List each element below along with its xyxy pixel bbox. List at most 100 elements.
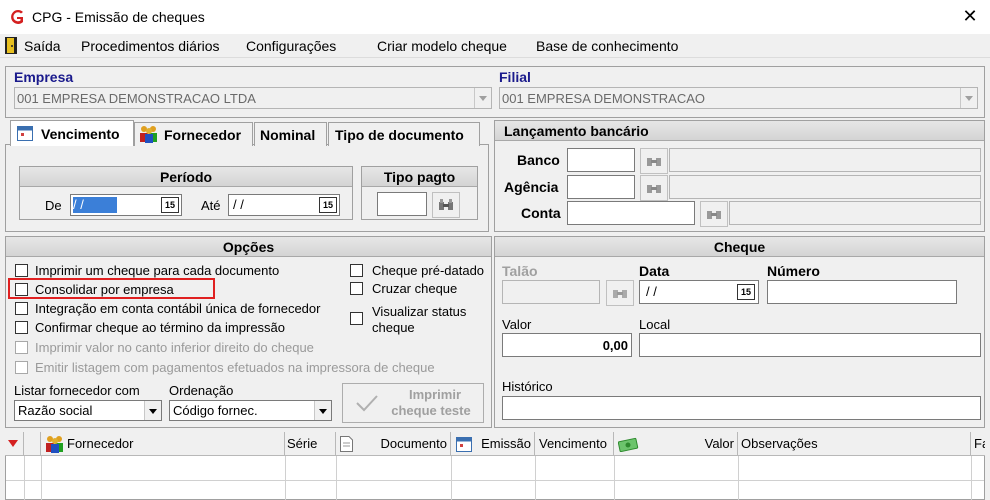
empresa-combo[interactable]: 001 EMPRESA DEMONSTRACAO LTDA [14,87,492,109]
calendar-icon [456,436,472,452]
ordenacao-combo[interactable]: Código fornec. [169,400,332,421]
tab-vencimento[interactable]: Vencimento [10,120,134,146]
grid-col-line [535,456,536,500]
numero-label: Número [767,263,820,279]
listar-fornecedor-dropdown-icon[interactable] [144,401,161,420]
opcoes-title: Opções [6,237,491,257]
ordenacao-value: Código fornec. [173,403,258,418]
empresa-dropdown-icon[interactable] [474,88,491,108]
menu-procedimentos-diarios[interactable]: Procedimentos diários [81,38,220,54]
check-cruzar-cheque-label: Cruzar cheque [372,281,458,296]
empresa-value: 001 EMPRESA DEMONSTRACAO LTDA [17,91,256,106]
tab-tipo-documento[interactable]: Tipo de documento [328,122,480,146]
people-icon [45,435,65,453]
check-confirmar-cheque[interactable] [15,321,28,334]
check-imprimir-valor-canto [15,341,28,354]
grid-col-emissao[interactable]: Emissão [451,432,535,456]
ordenacao-dropdown-icon[interactable] [314,401,331,420]
banco-label: Banco [517,152,560,168]
banco-field[interactable] [567,148,635,172]
grid-col-documento[interactable]: Documento [336,432,451,456]
grid-col-line [24,456,25,500]
check-integracao-conta[interactable] [15,302,28,315]
historico-label: Histórico [502,379,553,394]
grid-col-serie[interactable]: Série [285,432,336,456]
highlight-box [8,278,215,299]
grid-col-vencimento[interactable]: Vencimento [535,432,614,456]
ate-date-value: / / [233,197,244,212]
menu-criar-modelo-cheque[interactable]: Criar modelo cheque [377,38,507,54]
menu-bar: Saída Procedimentos diários Configuraçõe… [0,34,990,84]
data-field[interactable]: / / 15 [639,280,759,304]
binoculars-icon [647,185,661,193]
grid-col-fa-label: Fa [974,436,985,451]
title-bar: CPG - Emissão de cheques ✕ [0,0,990,34]
grid-col-line [738,456,739,500]
tab-fornecedor[interactable]: Fornecedor [134,122,253,146]
grid-col-line [41,456,42,500]
grid-col-line [971,456,972,500]
numero-field[interactable] [767,280,957,304]
grid-col-vencimento-label: Vencimento [539,436,607,451]
menu-saida[interactable]: Saída [24,38,61,54]
lancamento-title: Lançamento bancário [495,121,984,141]
grid-col-line [285,456,286,500]
people-icon [139,125,159,143]
ate-date-field[interactable]: / / 15 [228,194,340,216]
check-confirmar-cheque-label: Confirmar cheque ao término da impressão [35,320,286,335]
calendar-icon [17,125,33,141]
grid-col-line [614,456,615,500]
check-visualizar-status[interactable] [350,312,363,325]
conta-field[interactable] [567,201,695,225]
de-calendar-icon[interactable]: 15 [161,197,179,213]
check-visualizar-status-label-1: Visualizar status [372,304,467,319]
data-calendar-icon[interactable]: 15 [737,284,755,300]
grid-indicator-header[interactable] [5,432,24,456]
check-cruzar-cheque[interactable] [350,282,363,295]
tab-tipo-documento-label: Tipo de documento [335,127,464,143]
menu-configuracoes[interactable]: Configurações [246,38,336,54]
check-imprimir-cada-documento[interactable] [15,264,28,277]
grid-col-valor[interactable]: Valor [614,432,738,456]
local-label: Local [639,317,671,332]
agencia-field[interactable] [567,175,635,199]
tipo-pagto-lookup-button[interactable] [432,192,460,218]
check-emitir-listagem-label: Emitir listagem com pagamentos efetuados… [35,360,435,375]
valor-field[interactable]: 0,00 [502,333,632,357]
banco-lookup-button[interactable] [640,148,668,174]
agencia-lookup-button[interactable] [640,175,668,201]
grid-col-fornecedor[interactable]: Fornecedor [41,432,285,456]
close-icon[interactable]: ✕ [958,4,982,28]
historico-field[interactable] [502,396,981,420]
conta-label: Conta [521,205,561,221]
ate-calendar-icon[interactable]: 15 [319,197,337,213]
conta-lookup-button[interactable] [700,201,728,227]
tab-vencimento-label: Vencimento [41,126,120,142]
local-field[interactable] [639,333,981,357]
grid-col-observacoes-label: Observações [741,436,818,451]
binoculars-icon [647,158,661,166]
cheque-title: Cheque [495,237,984,257]
filial-combo[interactable]: 001 EMPRESA DEMONSTRACAO [499,87,978,109]
tab-nominal[interactable]: Nominal [254,122,327,146]
grid-col-observacoes[interactable]: Observações [738,432,971,456]
tipo-pagto-title: Tipo pagto [362,167,477,187]
grid-col-valor-label: Valor [704,436,734,451]
empresa-label: Empresa [14,69,74,85]
de-label: De [45,198,62,213]
listar-fornecedor-combo[interactable]: Razão social [14,400,162,421]
de-date-field[interactable]: / / 15 [70,194,182,216]
check-cheque-pre-datado[interactable] [350,264,363,277]
valor-value: 0,00 [602,338,628,353]
grid-col-serie-label: Série [287,436,318,451]
imprimir-cheque-teste-button[interactable]: Imprimir cheque teste [342,383,484,423]
tipo-pagto-field[interactable] [377,192,427,216]
grid-col-fa[interactable]: Fa [971,432,985,456]
check-imprimir-cada-documento-label: Imprimir um cheque para cada documento [35,263,280,278]
tab-fornecedor-label: Fornecedor [164,127,242,143]
filial-dropdown-icon[interactable] [960,88,977,108]
data-label: Data [639,263,670,279]
filial-value: 001 EMPRESA DEMONSTRACAO [502,91,705,106]
imprimir-teste-line2: cheque teste [391,403,471,418]
menu-base-conhecimento[interactable]: Base de conhecimento [536,38,678,54]
